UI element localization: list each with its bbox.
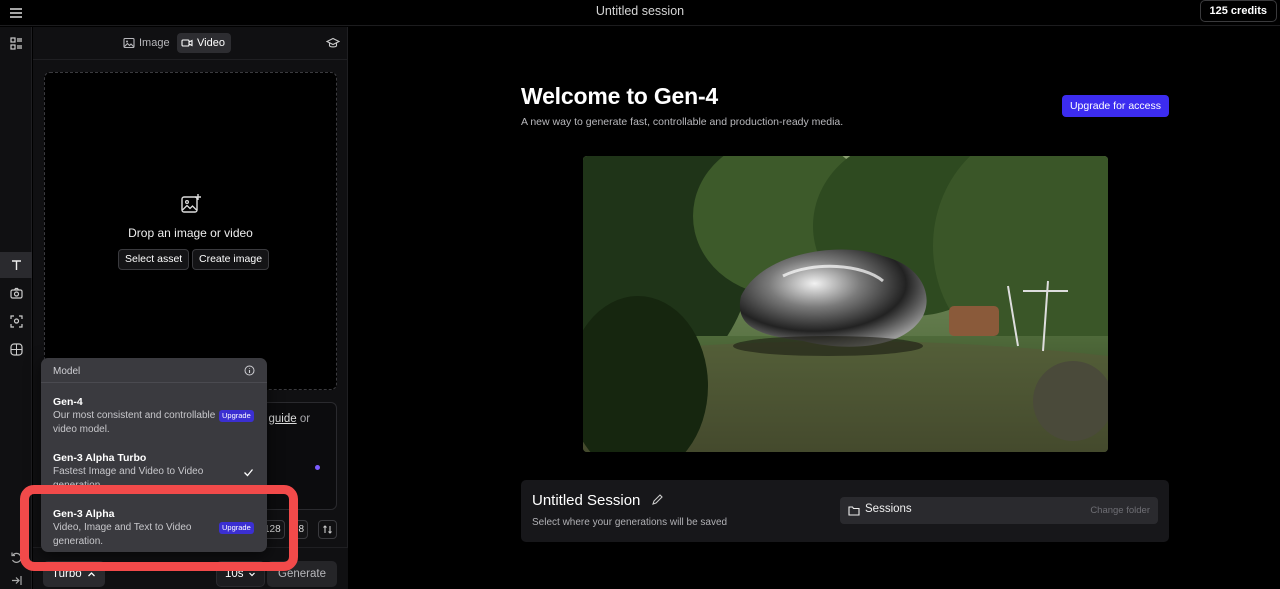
tab-image[interactable]: Image xyxy=(119,33,176,53)
model-option-gen4[interactable]: Gen-4 Our most consistent and controllab… xyxy=(41,389,267,443)
session-name: Untitled Session xyxy=(532,492,641,509)
pencil-icon[interactable] xyxy=(651,494,663,506)
credits-badge[interactable]: 125 credits xyxy=(1199,0,1277,22)
grid-list-button[interactable] xyxy=(0,30,32,56)
hero-video-preview xyxy=(583,156,1108,452)
chevron-down-icon xyxy=(248,572,255,577)
welcome-heading: Welcome to Gen-4 xyxy=(521,83,719,109)
guide-link[interactable]: guide xyxy=(269,413,297,425)
swap-dimensions-button[interactable] xyxy=(318,520,337,539)
collapse-icon xyxy=(11,575,22,585)
session-title: Untitled session xyxy=(595,4,685,18)
highlight-annotation xyxy=(20,485,298,571)
top-bar: Untitled session 125 credits xyxy=(0,0,1280,26)
face-tool-button[interactable] xyxy=(0,308,32,334)
status-dot xyxy=(315,465,320,470)
dropdown-divider xyxy=(41,382,267,383)
model-option-desc: Our most consistent and controllable vid… xyxy=(53,410,216,435)
welcome-subtitle: A new way to generate fast, controllable… xyxy=(521,116,844,128)
model-dropdown-header: Model xyxy=(53,366,81,377)
image-icon xyxy=(123,37,135,49)
tab-video-label: Video xyxy=(197,37,225,49)
swap-icon xyxy=(323,525,332,534)
checkmark-icon xyxy=(244,469,253,477)
tab-image-label: Image xyxy=(139,37,170,49)
folder-icon xyxy=(848,506,860,516)
model-option-title: Gen-4 xyxy=(53,396,83,408)
tab-video[interactable]: Video xyxy=(177,33,231,53)
globe-tool-button[interactable] xyxy=(0,336,32,362)
info-icon[interactable] xyxy=(244,365,255,376)
grid-list-icon xyxy=(9,36,22,50)
session-subtitle: Select where your generations will be sa… xyxy=(532,517,728,528)
sessions-folder-select[interactable]: Sessions Change folder xyxy=(840,497,1158,524)
dropzone-text: Drop an image or video xyxy=(128,226,253,240)
graduation-cap-icon[interactable] xyxy=(326,36,340,50)
session-card: Untitled Session Select where your gener… xyxy=(521,480,1169,542)
model-option-title: Gen-3 Alpha Turbo xyxy=(53,452,147,464)
create-image-button[interactable]: Create image xyxy=(192,249,270,270)
text-icon xyxy=(11,259,21,270)
select-asset-button[interactable]: Select asset xyxy=(118,249,190,270)
change-folder-link[interactable]: Change folder xyxy=(1090,505,1150,516)
face-scan-icon xyxy=(9,314,23,328)
folder-label: Sessions xyxy=(865,503,912,515)
media-dropzone[interactable]: Drop an image or video Select asset Crea… xyxy=(44,72,337,390)
add-image-icon xyxy=(181,194,201,213)
text-tool-button[interactable] xyxy=(0,252,32,278)
globe-icon xyxy=(9,342,23,356)
prompt-hint-after: or xyxy=(296,413,311,425)
collapse-button[interactable] xyxy=(0,567,32,589)
upgrade-badge: Upgrade xyxy=(219,410,254,422)
hero-illustration xyxy=(583,156,1108,452)
camera-tool-button[interactable] xyxy=(0,280,32,306)
camera-icon xyxy=(9,287,23,299)
upgrade-button[interactable]: Upgrade for access xyxy=(1062,95,1169,117)
mode-tabs: Image Video xyxy=(33,27,348,60)
video-icon xyxy=(181,39,193,47)
